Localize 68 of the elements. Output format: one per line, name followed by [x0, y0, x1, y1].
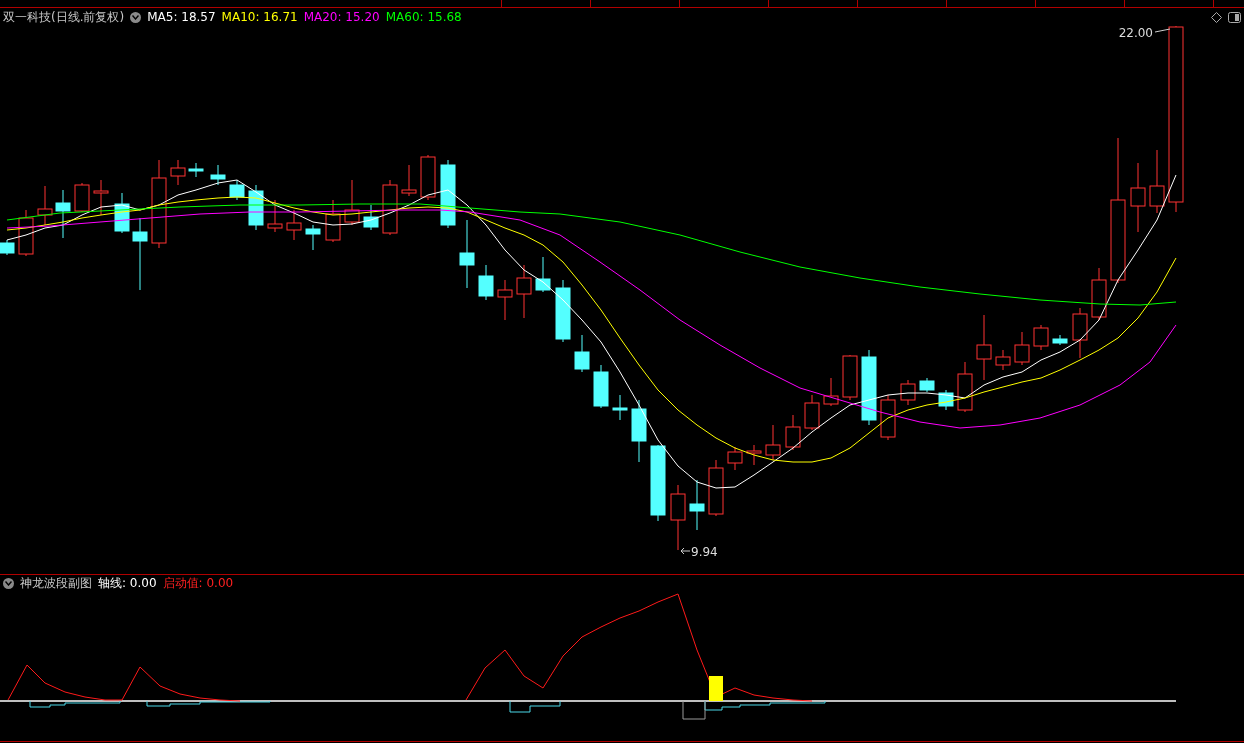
- candlestick: [210, 164, 226, 186]
- moving-average-label: MA20: 15.20: [303, 10, 380, 24]
- candlestick: [670, 484, 686, 551]
- candlestick: [188, 162, 204, 178]
- candlestick: [74, 182, 90, 213]
- candlestick: [93, 179, 109, 216]
- candlestick: [631, 399, 647, 463]
- candlestick: [1052, 334, 1068, 346]
- candlestick: [497, 279, 513, 321]
- moving-average-label: MA60: 15.68: [385, 10, 462, 24]
- candlestick: [382, 179, 398, 236]
- candlestick: [708, 459, 724, 517]
- candlestick: [900, 379, 916, 406]
- candlestick: [516, 264, 532, 319]
- candlestick: [114, 192, 130, 234]
- candlestick: [612, 394, 628, 421]
- moving-average-label: MA10: 16.71: [221, 10, 298, 24]
- candlestick: [478, 264, 494, 301]
- candlestick: [823, 377, 839, 407]
- candlestick: [363, 204, 379, 231]
- candlestick: [229, 179, 245, 201]
- candlestick: [957, 361, 973, 413]
- candlestick: [325, 199, 341, 243]
- candlestick: [727, 446, 743, 471]
- dropdown-icon[interactable]: [3, 578, 14, 589]
- candlestick: [919, 377, 935, 393]
- candlestick: [37, 185, 53, 226]
- candlestick: [170, 159, 186, 186]
- candlestick: [765, 424, 781, 461]
- candlestick: [938, 389, 954, 411]
- panel-toggle-icon[interactable]: [1228, 11, 1241, 23]
- dropdown-icon[interactable]: [130, 11, 142, 23]
- candlestick: [1130, 162, 1146, 233]
- candlestick: [286, 209, 302, 241]
- start-value-label: 启动值: 0.00: [162, 575, 234, 592]
- candlestick: [1014, 331, 1030, 366]
- candlestick: [1091, 267, 1107, 321]
- candlestick: [689, 479, 705, 531]
- candlestick: [535, 256, 551, 293]
- candlestick: [459, 219, 475, 289]
- candlestick: [1033, 324, 1049, 351]
- candlestick: [574, 334, 590, 373]
- candlestick: [248, 184, 264, 231]
- indicator-title: 神龙波段副图: [20, 575, 92, 592]
- candlestick: [344, 179, 360, 226]
- axis-value-label: 轴线: 0.00: [98, 575, 157, 592]
- candlestick: [842, 354, 858, 401]
- candlestick: [401, 164, 417, 197]
- chart-title: 双一科技(日线.前复权): [3, 8, 125, 26]
- candlestick: [0, 239, 15, 256]
- candlestick: [55, 189, 71, 239]
- candlestick: [976, 314, 992, 381]
- candlestick: [804, 394, 820, 431]
- moving-average-label: MA5: 18.57: [147, 10, 216, 24]
- candlestick: [785, 414, 801, 451]
- candlestick: [746, 444, 762, 466]
- candlestick: [555, 279, 571, 343]
- candlestick: [440, 159, 456, 229]
- signal-bar: [709, 676, 723, 701]
- candlestick: [267, 199, 283, 233]
- candlestick: [1072, 307, 1088, 359]
- candlestick: [593, 364, 609, 409]
- candlestick: [305, 224, 321, 251]
- candlestick: [1149, 149, 1165, 214]
- diamond-icon[interactable]: [1211, 11, 1222, 23]
- candlestick: [880, 394, 896, 441]
- candlestick: [420, 154, 436, 201]
- candlestick: [995, 349, 1011, 371]
